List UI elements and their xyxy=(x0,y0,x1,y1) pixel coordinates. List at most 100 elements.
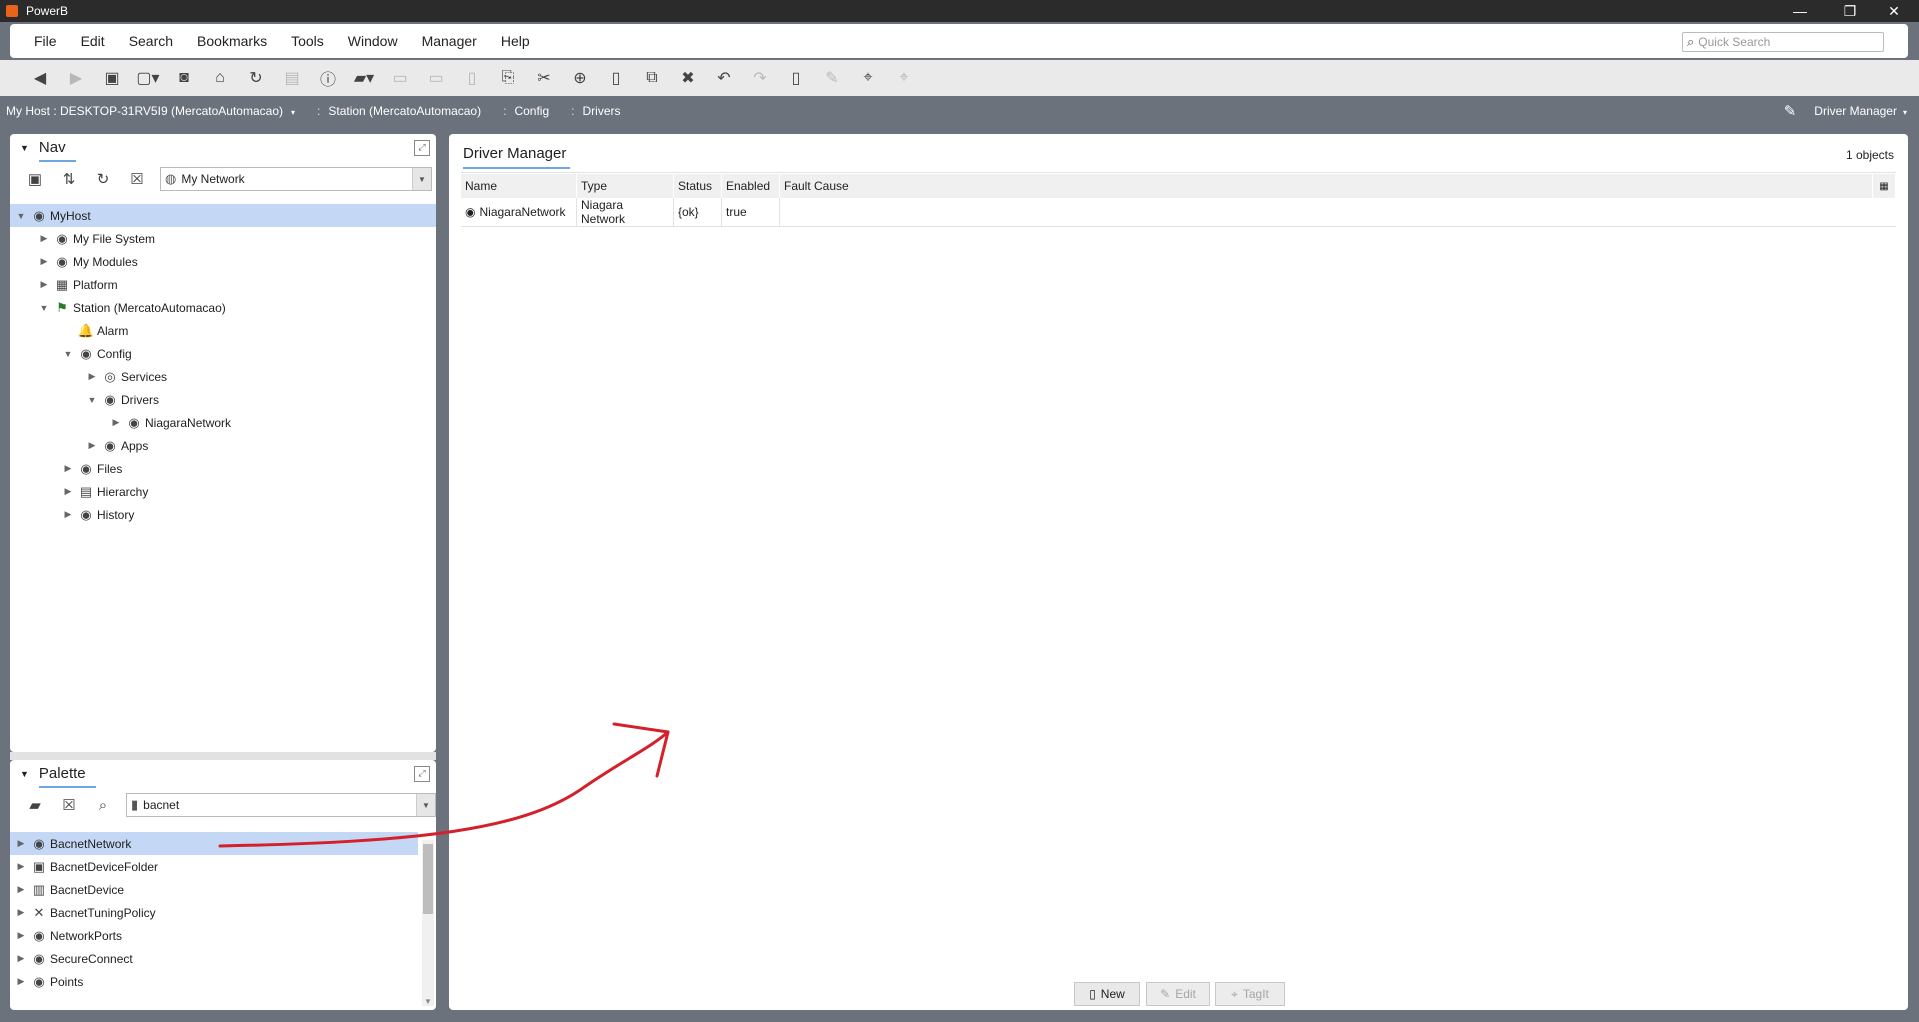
tree-toggle[interactable]: ▼ xyxy=(61,349,75,359)
tree-toggle[interactable]: ▶ xyxy=(14,861,28,872)
maximize-icon[interactable]: ⤢ xyxy=(414,766,430,782)
panel-splitter[interactable] xyxy=(10,752,436,760)
sync-icon[interactable]: ⇅ xyxy=(52,166,86,192)
paste-icon[interactable]: ▯ xyxy=(598,64,634,92)
network-select[interactable]: ◍ My Network ▼ xyxy=(160,167,432,191)
tree-toggle[interactable]: ▶ xyxy=(61,463,75,474)
redo-icon[interactable]: ↷ xyxy=(742,64,778,92)
menu-manager[interactable]: Manager xyxy=(410,33,489,49)
tree-toggle[interactable]: ▶ xyxy=(37,233,51,244)
spy-icon[interactable]: ⎘ xyxy=(490,64,526,92)
tree-item-config[interactable]: ▼ ◉ Config xyxy=(10,342,436,365)
find-icon[interactable]: ⌕ xyxy=(86,792,120,818)
crumb-host[interactable]: My Host : DESKTOP-31RV5I9 (MercatoAutoma… xyxy=(0,104,295,118)
palette-module-select[interactable]: ▮ bacnet ▼ xyxy=(126,793,436,817)
forward-icon[interactable]: ▶ xyxy=(58,64,94,92)
tree-item-drivers[interactable]: ▼ ◉ Drivers xyxy=(10,388,436,411)
tree-toggle[interactable]: ▶ xyxy=(14,884,28,895)
save-icon[interactable]: ▭ xyxy=(382,64,418,92)
tree-toggle[interactable]: ▶ xyxy=(14,930,28,941)
tree-toggle[interactable]: ▶ xyxy=(85,371,99,382)
tree-toggle[interactable]: ▶ xyxy=(14,976,28,987)
minimize-button[interactable]: — xyxy=(1779,0,1821,22)
disabled-doc-icon[interactable]: ▤ xyxy=(274,64,310,92)
tree-item-hierarchy[interactable]: ▶ ▤ Hierarchy xyxy=(10,480,436,503)
tree-item-myhost[interactable]: ▼ ◉ MyHost xyxy=(10,204,436,227)
duplicate-icon[interactable]: ⧉ xyxy=(634,64,670,92)
menu-tools[interactable]: Tools xyxy=(279,33,336,49)
menu-file[interactable]: File xyxy=(10,33,69,49)
home-icon[interactable]: ⌂ xyxy=(202,64,238,92)
palette-item-secure-connect[interactable]: ▶ ◉ SecureConnect xyxy=(10,947,418,970)
crumb-station[interactable]: : Station (MercatoAutomacao) xyxy=(295,104,481,118)
crumb-drivers[interactable]: : Drivers xyxy=(549,104,620,118)
tree-item-files[interactable]: ▶ ◉ Files xyxy=(10,457,436,480)
tree-toggle[interactable]: ▶ xyxy=(37,279,51,290)
back-icon[interactable]: ◀ xyxy=(22,64,58,92)
save-all-icon[interactable]: ▭ xyxy=(418,64,454,92)
column-header-fault-cause[interactable]: Fault Cause xyxy=(779,174,1873,198)
new-folder-icon[interactable]: ▣ xyxy=(18,166,52,192)
tree-item-station[interactable]: ▼ ⚑ Station (MercatoAutomacao) xyxy=(10,296,436,319)
column-chooser-icon[interactable]: ▦ xyxy=(1872,174,1896,198)
scrollbar-thumb[interactable] xyxy=(423,844,433,914)
tree-item-apps[interactable]: ▶ ◉ Apps xyxy=(10,434,436,457)
column-header-type[interactable]: Type xyxy=(576,174,674,198)
new-button[interactable]: ▯ New xyxy=(1074,982,1140,1006)
up-level-icon[interactable]: ▣ xyxy=(94,64,130,92)
close-button[interactable]: ✕ xyxy=(1873,0,1915,22)
tagit-button[interactable]: ⌖ TagIt xyxy=(1215,982,1285,1006)
quick-search-input[interactable]: ⌕ Quick Search xyxy=(1682,32,1884,52)
collapse-icon[interactable]: ▼ xyxy=(20,143,29,153)
pencil-icon[interactable]: ✎ xyxy=(1784,102,1797,120)
table-row[interactable]: ◉ NiagaraNetwork Niagara Network {ok} tru… xyxy=(461,198,1896,227)
open-folder-icon[interactable]: ▰▾ xyxy=(346,64,382,92)
close-tree-icon[interactable]: ☒ xyxy=(120,166,154,192)
column-header-enabled[interactable]: Enabled xyxy=(721,174,780,198)
palette-item-bacnet-device-folder[interactable]: ▶ ▣ BacnetDeviceFolder xyxy=(10,855,418,878)
menu-help[interactable]: Help xyxy=(489,33,542,49)
tree-toggle[interactable]: ▼ xyxy=(37,303,51,313)
palette-item-bacnet-device[interactable]: ▶ ▥ BacnetDevice xyxy=(10,878,418,901)
delete-icon[interactable]: ✖ xyxy=(670,64,706,92)
refresh-icon[interactable]: ↻ xyxy=(86,166,120,192)
chevron-down-icon[interactable]: ▼ xyxy=(416,794,435,816)
palette-item-network-ports[interactable]: ▶ ◉ NetworkPorts xyxy=(10,924,418,947)
tag-icon[interactable]: ⌖ xyxy=(850,64,886,92)
refresh-icon[interactable]: ↻ xyxy=(238,64,274,92)
view-selector[interactable]: Driver Manager ▾ xyxy=(1814,104,1907,118)
tree-toggle[interactable]: ▶ xyxy=(109,417,123,428)
chevron-down-icon[interactable]: ▼ xyxy=(412,168,431,190)
palette-item-points[interactable]: ▶ ◉ Points xyxy=(10,970,418,993)
tree-item-platform[interactable]: ▶ ▦ Platform xyxy=(10,273,436,296)
view-menu-icon[interactable]: ▢▾ xyxy=(130,64,166,92)
menu-edit[interactable]: Edit xyxy=(69,33,117,49)
tree-toggle[interactable]: ▶ xyxy=(14,953,28,964)
column-header-status[interactable]: Status xyxy=(673,174,722,198)
tree-toggle[interactable]: ▶ xyxy=(37,256,51,267)
batch-tag-icon[interactable]: ⌖ xyxy=(886,64,922,92)
tree-toggle[interactable]: ▶ xyxy=(85,440,99,451)
menu-bookmarks[interactable]: Bookmarks xyxy=(185,33,279,49)
cut-icon[interactable]: ✂ xyxy=(526,64,562,92)
maximize-icon[interactable]: ⤢ xyxy=(414,140,430,156)
collapse-icon[interactable]: ▼ xyxy=(20,769,29,779)
scroll-down-icon[interactable]: ▼ xyxy=(422,997,434,1006)
export-icon[interactable]: ▯ xyxy=(454,64,490,92)
tree-toggle[interactable]: ▶ xyxy=(14,838,28,849)
tree-toggle[interactable]: ▼ xyxy=(14,211,28,221)
screenshot-icon[interactable]: ◙ xyxy=(166,64,202,92)
tree-toggle[interactable]: ▶ xyxy=(61,486,75,497)
column-header-name[interactable]: Name xyxy=(461,174,577,198)
new-doc-icon[interactable]: ▯ xyxy=(778,64,814,92)
tree-toggle[interactable]: ▼ xyxy=(85,395,99,405)
palette-item-bacnet-network[interactable]: ▶ ◉ BacnetNetwork xyxy=(10,832,418,855)
tree-item-my-file-system[interactable]: ▶ ◉ My File System xyxy=(10,227,436,250)
restore-button[interactable]: ❐ xyxy=(1829,0,1871,22)
palette-scrollbar[interactable]: ▼ xyxy=(422,840,434,1006)
tree-item-my-modules[interactable]: ▶ ◉ My Modules xyxy=(10,250,436,273)
menu-search[interactable]: Search xyxy=(117,33,185,49)
crumb-config[interactable]: : Config xyxy=(481,104,549,118)
edit-button[interactable]: ✎ Edit xyxy=(1146,982,1210,1006)
open-palette-icon[interactable]: ▰ xyxy=(18,792,52,818)
